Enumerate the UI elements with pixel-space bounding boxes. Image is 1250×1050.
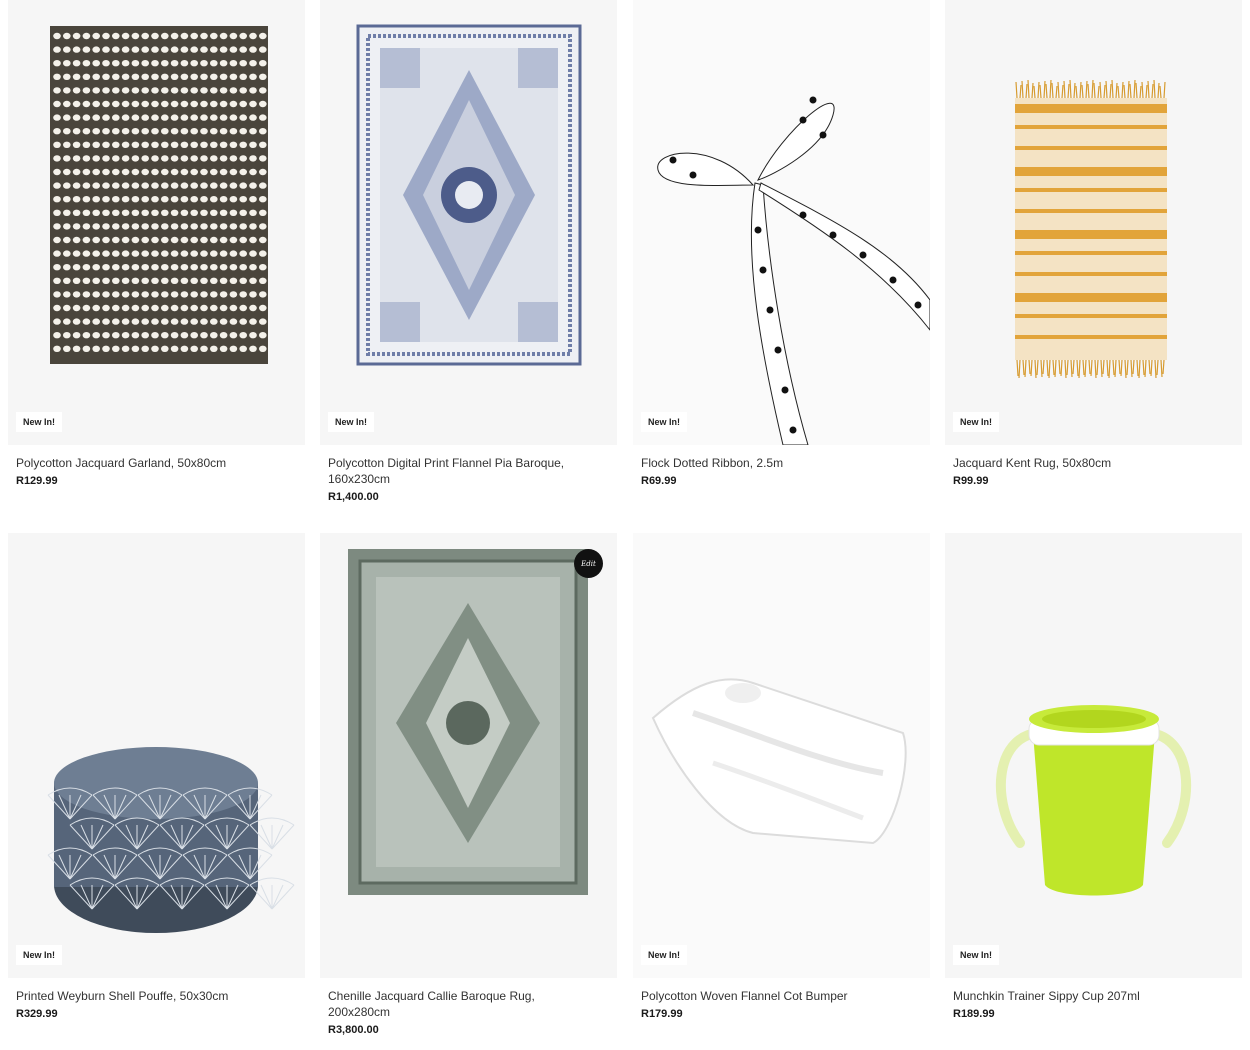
green-baroque-rug-image [348,549,588,895]
new-in-badge: New In! [953,412,1000,432]
new-in-badge: New In! [953,945,1000,965]
product-card[interactable]: New In! Polycotton Woven Flannel Cot Bum… [633,533,930,1020]
product-image[interactable]: New In! [633,0,930,445]
product-title[interactable]: Printed Weyburn Shell Pouffe, 50x30cm [16,988,286,1004]
product-image[interactable]: New In! [320,0,617,445]
product-card[interactable]: New In! Polycotton Digital Print Flannel… [320,0,617,503]
product-title[interactable]: Polycotton Jacquard Garland, 50x80cm [16,455,286,471]
product-title[interactable]: Chenille Jacquard Callie Baroque Rug, 20… [328,988,598,1020]
product-image[interactable]: Edit [320,533,617,978]
product-card[interactable]: New In! Flock Dotted Ribbon, 2.5m R69.99 [633,0,930,487]
product-title[interactable]: Jacquard Kent Rug, 50x80cm [953,455,1223,471]
striped-rug-image [50,26,268,364]
product-card[interactable]: New In! Jacquard Kent Rug, 50x80cm R99.9… [945,0,1242,487]
cot-bumper-image [651,678,907,845]
product-image[interactable]: New In! [945,0,1242,445]
product-price: R99.99 [953,475,989,487]
product-price: R129.99 [16,475,58,487]
sippy-cup-image [996,705,1191,896]
product-price: R179.99 [641,1008,683,1020]
new-in-badge: New In! [641,412,688,432]
product-title[interactable]: Polycotton Digital Print Flannel Pia Bar… [328,455,598,487]
new-in-badge: New In! [328,412,375,432]
brand-logo: Edit [574,549,603,578]
product-image[interactable]: New In! [945,533,1242,978]
baroque-rug-image [356,24,582,366]
product-image[interactable]: New In! [8,0,305,445]
product-price: R69.99 [641,475,677,487]
product-card[interactable]: Edit Chenille Jacquard Callie Baroque Ru… [320,533,617,1036]
dotted-ribbon-image [657,96,930,445]
product-grid: New In! Polycotton Jacquard Garland, 50x… [0,0,1250,1050]
new-in-badge: New In! [16,945,63,965]
product-card[interactable]: New In! Printed Weyburn Shell Pouffe, 50… [8,533,305,1020]
product-title[interactable]: Polycotton Woven Flannel Cot Bumper [641,988,911,1004]
new-in-badge: New In! [16,412,63,432]
product-title[interactable]: Flock Dotted Ribbon, 2.5m [641,455,911,471]
product-image[interactable]: New In! [633,533,930,978]
product-card[interactable]: New In! Polycotton Jacquard Garland, 50x… [8,0,305,487]
product-price: R329.99 [16,1008,58,1020]
product-image[interactable]: New In! [8,533,305,978]
striped-yellow-rug-image [1015,79,1167,379]
product-card[interactable]: New In! Munchkin Trainer Sippy Cup 207ml… [945,533,1242,1020]
product-price: R1,400.00 [328,491,379,503]
pouffe-image [47,747,295,933]
new-in-badge: New In! [641,945,688,965]
product-price: R3,800.00 [328,1024,379,1036]
product-price: R189.99 [953,1008,995,1020]
product-title[interactable]: Munchkin Trainer Sippy Cup 207ml [953,988,1223,1004]
